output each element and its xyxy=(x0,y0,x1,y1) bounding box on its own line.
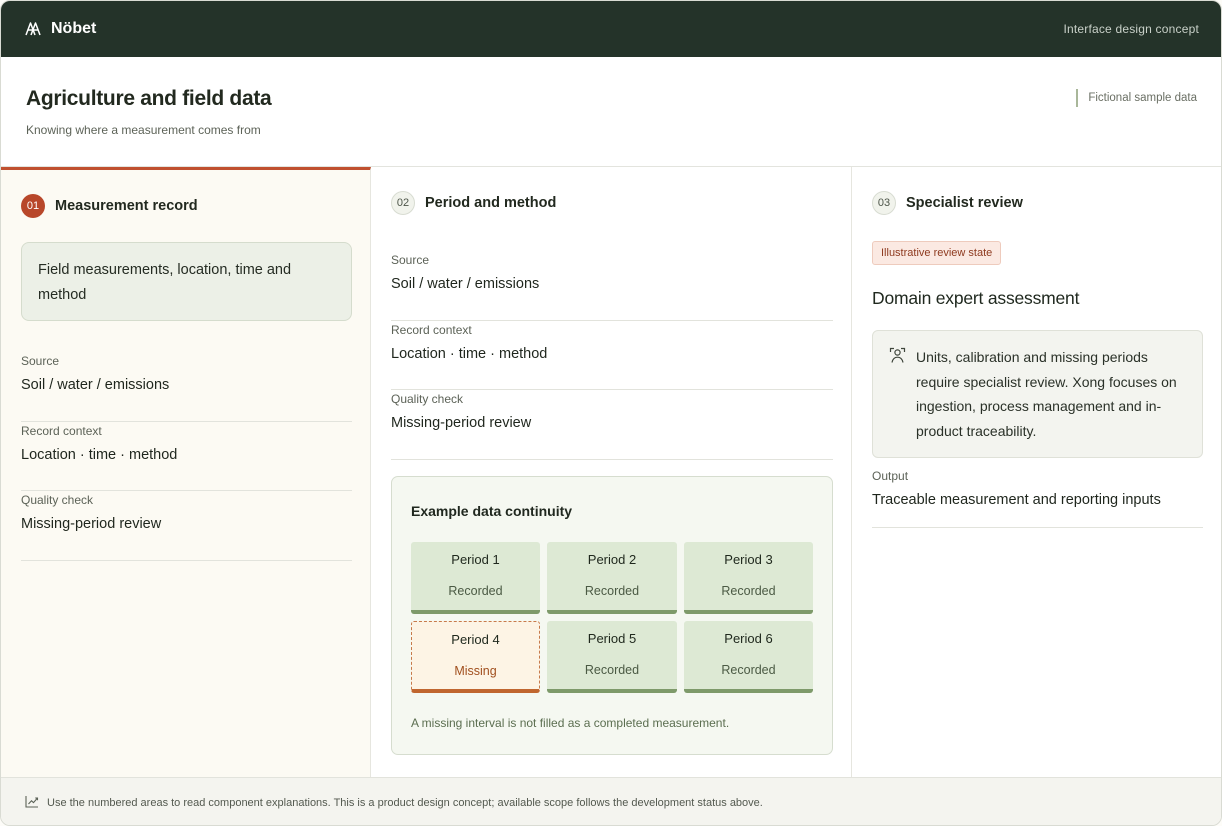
panel-header-01[interactable]: 01 Measurement record xyxy=(21,194,198,218)
specialist-review-panel[interactable]: 03 Specialist review Illustrative review… xyxy=(852,167,1221,777)
field-value: Soil / water / emissions xyxy=(391,276,540,292)
review-state-badge: Illustrative review state xyxy=(872,241,1002,265)
nobet-logo-icon xyxy=(25,22,41,36)
field-record-context: Record context Location · time · method xyxy=(21,422,352,491)
period-name: Period 5 xyxy=(587,631,637,646)
period-name: Period 6 xyxy=(724,631,773,646)
concept-label: Interface design concept xyxy=(1063,22,1199,36)
page-header: Agriculture and field data Knowing where… xyxy=(1,57,1221,167)
panel-title: Specialist review xyxy=(906,195,1023,211)
period-status: Missing xyxy=(454,664,497,678)
period-grid: Period 1 Recorded Period 2 Recorded Peri… xyxy=(411,542,813,693)
field-source: Source Soil / water / emissions xyxy=(21,352,352,422)
step-number-badge: 01 xyxy=(21,194,45,218)
field-list: Source Soil / water / emissions Record c… xyxy=(391,251,833,460)
step-number-badge: 03 xyxy=(872,191,896,215)
person-review-icon xyxy=(889,347,906,369)
field-source: Source Soil / water / emissions xyxy=(391,251,833,321)
field-value: Location · time · method xyxy=(391,345,548,362)
field-label: Source xyxy=(21,354,60,368)
brand-name: Nöbet xyxy=(51,20,97,37)
field-value: Location · time · method xyxy=(21,446,178,463)
page-title: Agriculture and field data xyxy=(26,87,272,110)
period-cell[interactable]: Period 3 Recorded xyxy=(684,542,813,614)
field-value: Traceable measurement and reporting inpu… xyxy=(872,492,1161,508)
app-window: Nöbet Interface design concept Agricultu… xyxy=(0,0,1222,826)
period-status: Recorded xyxy=(721,663,776,677)
period-cell[interactable]: Period 1 Recorded xyxy=(411,542,540,614)
field-label: Record context xyxy=(21,423,102,438)
continuity-note: A missing interval is not filled as a co… xyxy=(411,716,730,730)
period-name: Period 4 xyxy=(451,632,500,647)
field-value: Missing-period review xyxy=(391,415,532,431)
field-record-context: Record context Location · time · method xyxy=(391,321,833,390)
measurement-record-panel[interactable]: 01 Measurement record Field measurements… xyxy=(1,167,371,777)
field-label: Source xyxy=(391,253,430,267)
panel-header-02[interactable]: 02 Period and method xyxy=(391,191,556,215)
continuity-title: Example data continuity xyxy=(411,503,573,519)
panel-title: Measurement record xyxy=(55,198,198,214)
field-quality-check: Quality check Missing-period review xyxy=(391,390,833,460)
field-label: Quality check xyxy=(391,392,464,406)
period-cell[interactable]: Period 5 Recorded xyxy=(547,621,677,693)
field-label: Quality check xyxy=(21,493,94,507)
assessment-title: Domain expert assessment xyxy=(872,288,1080,308)
period-status: Recorded xyxy=(584,584,640,598)
review-text: Units, calibration and missing periods r… xyxy=(916,349,1177,440)
panel-title: Period and method xyxy=(425,195,557,211)
field-label: Output xyxy=(872,469,909,483)
period-cell[interactable]: Period 2 Recorded xyxy=(547,542,677,614)
field-quality-check: Quality check Missing-period review xyxy=(21,491,352,561)
field-value: Soil / water / emissions xyxy=(21,377,170,393)
field-label: Record context xyxy=(391,322,472,337)
field-output: Output Traceable measurement and reporti… xyxy=(872,469,1203,528)
page-subtitle: Knowing where a measurement comes from xyxy=(26,123,261,137)
panel-header-03[interactable]: 03 Specialist review xyxy=(872,191,1023,215)
review-note-box: Units, calibration and missing periods r… xyxy=(872,330,1203,458)
brand[interactable]: Nöbet xyxy=(25,20,96,38)
period-name: Period 2 xyxy=(587,552,637,567)
period-method-panel[interactable]: 02 Period and method Source Soil / water… xyxy=(371,167,852,777)
field-value: Missing-period review xyxy=(21,516,162,532)
footer-text: Use the numbered areas to read component… xyxy=(47,796,763,809)
period-status: Recorded xyxy=(584,663,640,677)
period-status: Recorded xyxy=(448,584,503,598)
top-bar: Nöbet Interface design concept xyxy=(1,1,1221,57)
trend-chart-icon xyxy=(25,795,39,811)
period-cell-missing[interactable]: Period 4 Missing xyxy=(411,621,540,693)
period-cell[interactable]: Period 6 Recorded xyxy=(684,621,813,693)
period-name: Period 1 xyxy=(451,552,500,567)
period-status: Recorded xyxy=(721,584,776,598)
step-number-badge: 02 xyxy=(391,191,415,215)
period-name: Period 3 xyxy=(724,552,773,567)
footer-hint: Use the numbered areas to read component… xyxy=(1,777,1221,825)
data-continuity-card: Example data continuity Period 1 Recorde… xyxy=(391,476,833,755)
sample-data-note: Fictional sample data xyxy=(1076,89,1197,107)
field-list: Source Soil / water / emissions Record c… xyxy=(21,352,352,561)
panel-callout: Field measurements, location, time and m… xyxy=(21,242,352,321)
